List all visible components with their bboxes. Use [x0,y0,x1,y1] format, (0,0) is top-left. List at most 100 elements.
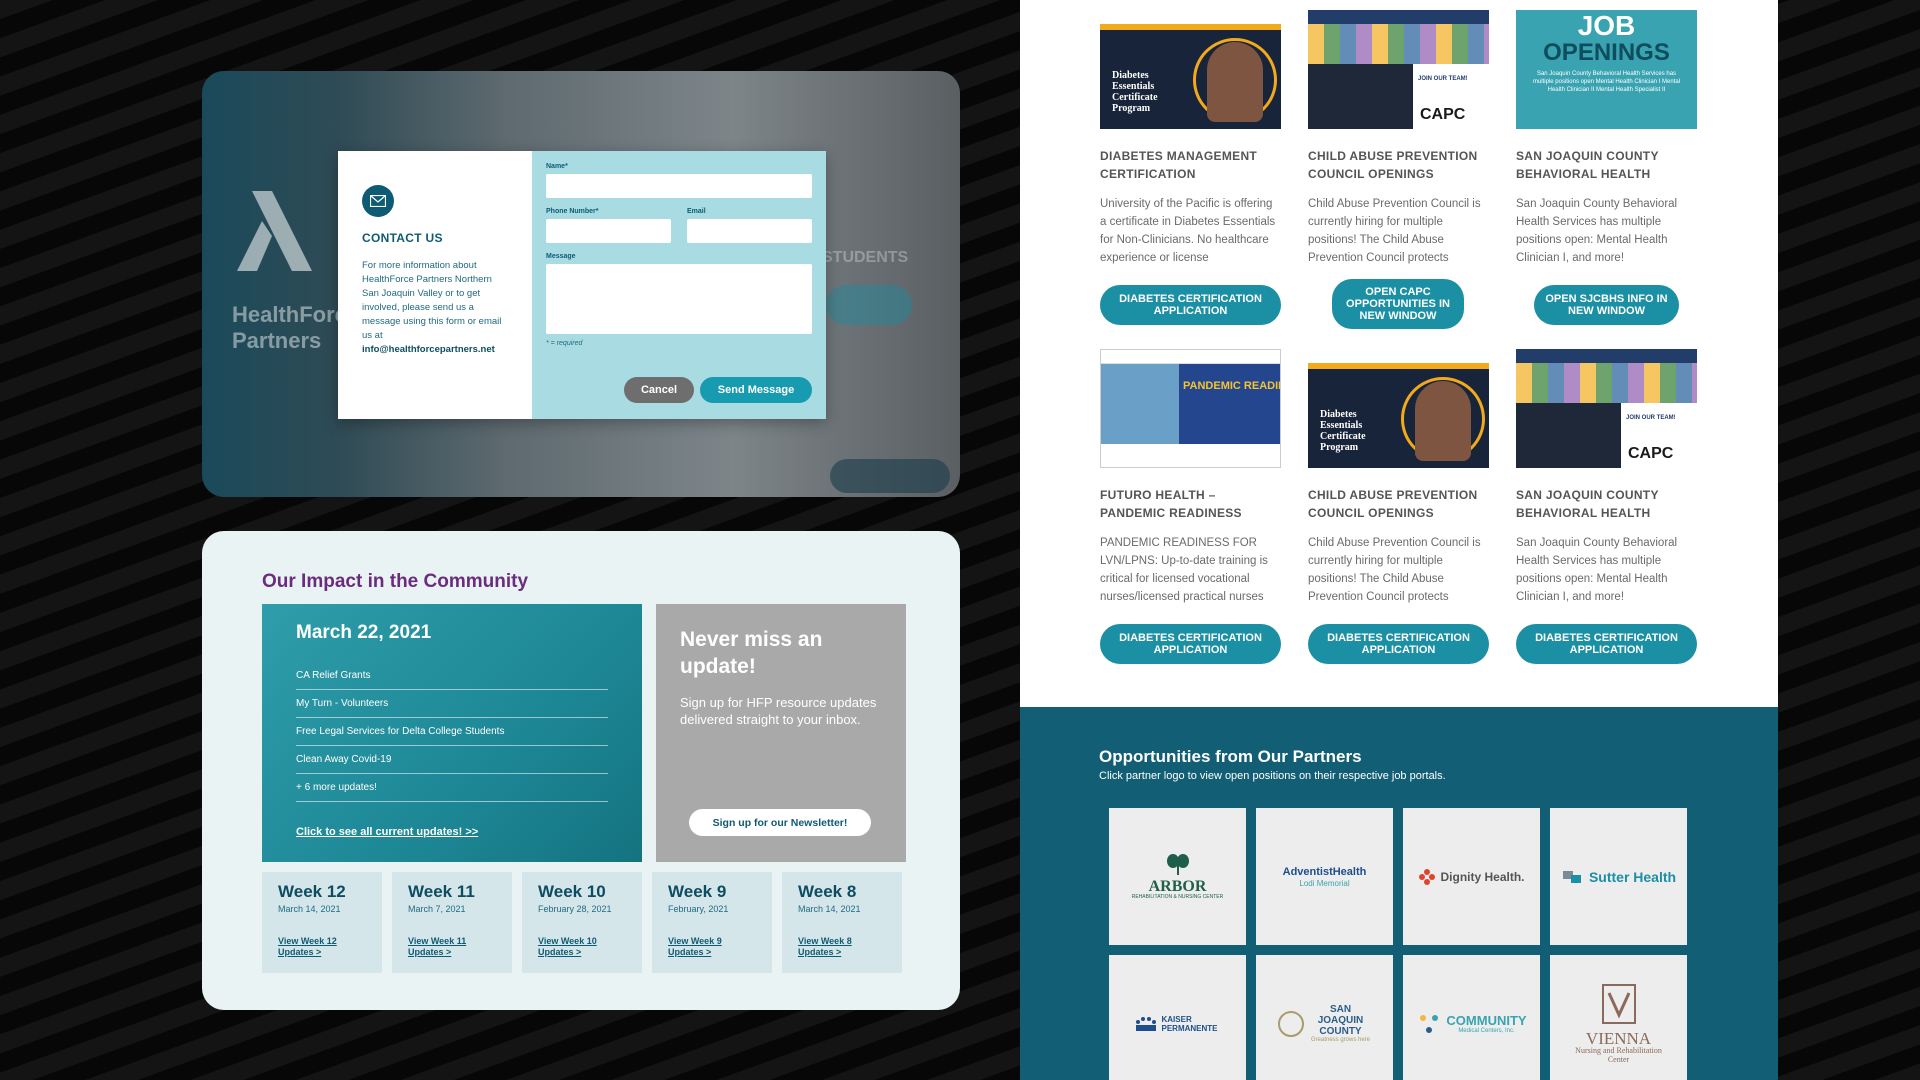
week-link[interactable]: View Week 10 Updates > [538,936,610,958]
contact-card: HealthForce Partners STUDENTS CONTACT US… [202,71,960,497]
job-card: JOIN OUR TEAM! CAPC SAN JOAQUIN COUNTY B… [1516,349,1697,664]
partner-logo-text: AdventistHealth [1282,866,1367,878]
job-card: JOIN OUR TEAM! CAPC CHILD ABUSE PREVENTI… [1308,10,1489,329]
week-title: Week 10 [538,882,606,901]
week-card: Week 11 March 7, 2021 View Week 11 Updat… [392,872,512,973]
capc-logo: CAPC [1628,445,1674,462]
thumbnail-text: JOIN OUR TEAM! [1626,415,1676,421]
partner-logo-subtext: Medical Centers, Inc. [1458,1027,1515,1034]
latest-update-box: March 22, 2021 CA Relief Grants My Turn … [262,604,642,862]
week-date: March 14, 2021 [798,904,861,914]
email-field[interactable] [687,219,812,243]
job-grid: Diabetes Essentials Certificate Program … [1100,10,1710,684]
job-title: FUTURO HEALTH – PANDEMIC READINESS [1100,488,1242,520]
arbor-leaf-icon [1166,854,1189,875]
update-item[interactable]: My Turn - Volunteers [296,690,608,718]
job-open-button[interactable]: OPEN SJCBHS INFO IN NEW WINDOW [1534,285,1679,325]
partner-logo-subtext: Greatness grows here [1310,1037,1371,1043]
job-thumbnail[interactable]: PANDEMIC READINESS [1100,349,1281,468]
week-link[interactable]: View Week 11 Updates > [408,936,480,958]
partner-logo-text: Sutter Health [1588,868,1677,885]
week-title: Week 12 [278,882,346,901]
job-title: DIABETES MANAGEMENT CERTIFICATION [1100,149,1258,181]
partner-logo-kaiser[interactable]: KAISER PERMANENTE [1109,955,1246,1080]
partner-logo-sutter[interactable]: Sutter Health [1550,808,1687,945]
contact-form: Name* Phone Number* Email Message * = re… [532,151,826,419]
message-label: Message [546,253,576,260]
contact-description: For more information about HealthForce P… [362,260,502,341]
week-link[interactable]: View Week 9 Updates > [668,936,740,958]
capc-logo: CAPC [1420,106,1466,123]
update-item[interactable]: CA Relief Grants [296,662,608,690]
partner-logo-subtext: Lodi Memorial [1299,879,1350,888]
name-field[interactable] [546,174,812,198]
partner-logo-arbor[interactable]: ARBOR REHABILITATION & NURSING CENTER [1109,808,1246,945]
week-date: February 28, 2021 [538,904,612,914]
update-date: March 22, 2021 [296,622,432,643]
week-card: Week 12 March 14, 2021 View Week 12 Upda… [262,872,382,973]
partner-logo-text: COMMUNITY [1446,1012,1527,1028]
update-list: CA Relief Grants My Turn - Volunteers Fr… [296,662,608,802]
update-item[interactable]: Clean Away Covid-19 [296,746,608,774]
week-link[interactable]: View Week 8 Updates > [798,936,870,958]
opportunities-panel: Diabetes Essentials Certificate Program … [1020,0,1778,1080]
newsletter-description: Sign up for HFP resource updates deliver… [680,695,877,727]
phone-label: Phone Number* [546,208,599,215]
partner-logo-text: KAISER PERMANENTE [1161,1014,1218,1033]
partner-logo-text: ARBOR [1148,878,1207,895]
partner-logo-subtext: Nursing and Rehabilitation Center [1575,1046,1662,1064]
partners-section: Opportunities from Our Partners Click pa… [1020,707,1778,1080]
job-title: CHILD ABUSE PREVENTION COUNCIL OPENINGS [1308,488,1478,520]
cancel-button[interactable]: Cancel [624,377,694,403]
newsletter-signup-button[interactable]: Sign up for our Newsletter! [689,809,871,836]
community-people-icon [1420,1014,1439,1033]
update-item[interactable]: Free Legal Services for Delta College St… [296,718,608,746]
county-seal-icon [1277,1010,1304,1037]
dignity-flower-icon [1419,868,1436,885]
job-apply-button[interactable]: DIABETES CERTIFICATION APPLICATION [1100,285,1281,325]
job-thumbnail[interactable]: JOIN OUR TEAM! CAPC [1516,349,1697,468]
contact-info-panel: CONTACT US For more information about He… [338,151,532,419]
healthforce-logo-icon [237,191,312,271]
week-card: Week 10 February 28, 2021 View Week 10 U… [522,872,642,973]
required-note: * = required [546,340,583,347]
thumbnail-title: OPENINGS [1543,39,1670,66]
job-thumbnail[interactable]: JOB OPENINGS San Joaquin County Behavior… [1516,10,1697,129]
partner-logo-dignity[interactable]: Dignity Health. [1403,808,1540,945]
job-apply-button[interactable]: DIABETES CERTIFICATION APPLICATION [1516,624,1697,664]
job-apply-button[interactable]: DIABETES CERTIFICATION APPLICATION [1308,624,1489,664]
job-card: PANDEMIC READINESS FUTURO HEALTH – PANDE… [1100,349,1281,664]
update-item[interactable]: + 6 more updates! [296,774,608,802]
job-description: San Joaquin County Behavioral Health Ser… [1516,198,1678,264]
job-description: University of the Pacific is offering a … [1100,198,1276,264]
contact-title: CONTACT US [362,231,443,245]
partner-logo-adventist[interactable]: AdventistHealth Lodi Memorial [1256,808,1393,945]
thumbnail-title: JOB [1577,10,1636,41]
thumbnail-text: PANDEMIC READINESS [1183,380,1280,392]
partner-logo-text: Dignity Health. [1440,869,1525,884]
thumbnail-text: Diabetes Essentials Certificate Program [1112,70,1158,114]
thumbnail-text: San Joaquin County Behavioral Health Ser… [1532,71,1681,93]
week-card: Week 9 February, 2021 View Week 9 Update… [652,872,772,973]
week-link[interactable]: View Week 12 Updates > [278,936,350,958]
contact-modal: CONTACT US For more information about He… [338,151,826,419]
contact-email-link[interactable]: info@healthforcepartners.net [362,344,510,355]
job-thumbnail[interactable]: Diabetes Essentials Certificate Program [1100,10,1281,129]
job-open-button[interactable]: OPEN CAPC OPPORTUNITIES IN NEW WINDOW [1332,279,1464,329]
partner-logo-san-joaquin-county[interactable]: SAN JOAQUIN COUNTY Greatness grows here [1256,955,1393,1080]
partner-logo-community[interactable]: COMMUNITY Medical Centers, Inc. [1403,955,1540,1080]
message-field[interactable] [546,264,812,334]
partner-logo-text: SAN JOAQUIN COUNTY [1317,1004,1364,1037]
job-thumbnail[interactable]: JOIN OUR TEAM! CAPC [1308,10,1489,129]
job-thumbnail[interactable]: Diabetes Essentials Certificate Program [1308,349,1489,468]
all-updates-link[interactable]: Click to see all current updates! >> [296,826,608,838]
partner-logo-vienna[interactable]: VIENNA Nursing and Rehabilitation Center [1550,955,1687,1080]
send-message-button[interactable]: Send Message [700,377,812,403]
phone-field[interactable] [546,219,671,243]
background-contact-tab [830,459,950,493]
job-apply-button[interactable]: DIABETES CERTIFICATION APPLICATION [1100,624,1281,664]
job-description: PANDEMIC READINESS FOR LVN/LPNS: Up-to-d… [1100,537,1268,603]
job-title: SAN JOAQUIN COUNTY BEHAVIORAL HEALTH [1516,149,1659,181]
kaiser-people-icon [1135,1016,1156,1031]
week-card: Week 8 March 14, 2021 View Week 8 Update… [782,872,902,973]
